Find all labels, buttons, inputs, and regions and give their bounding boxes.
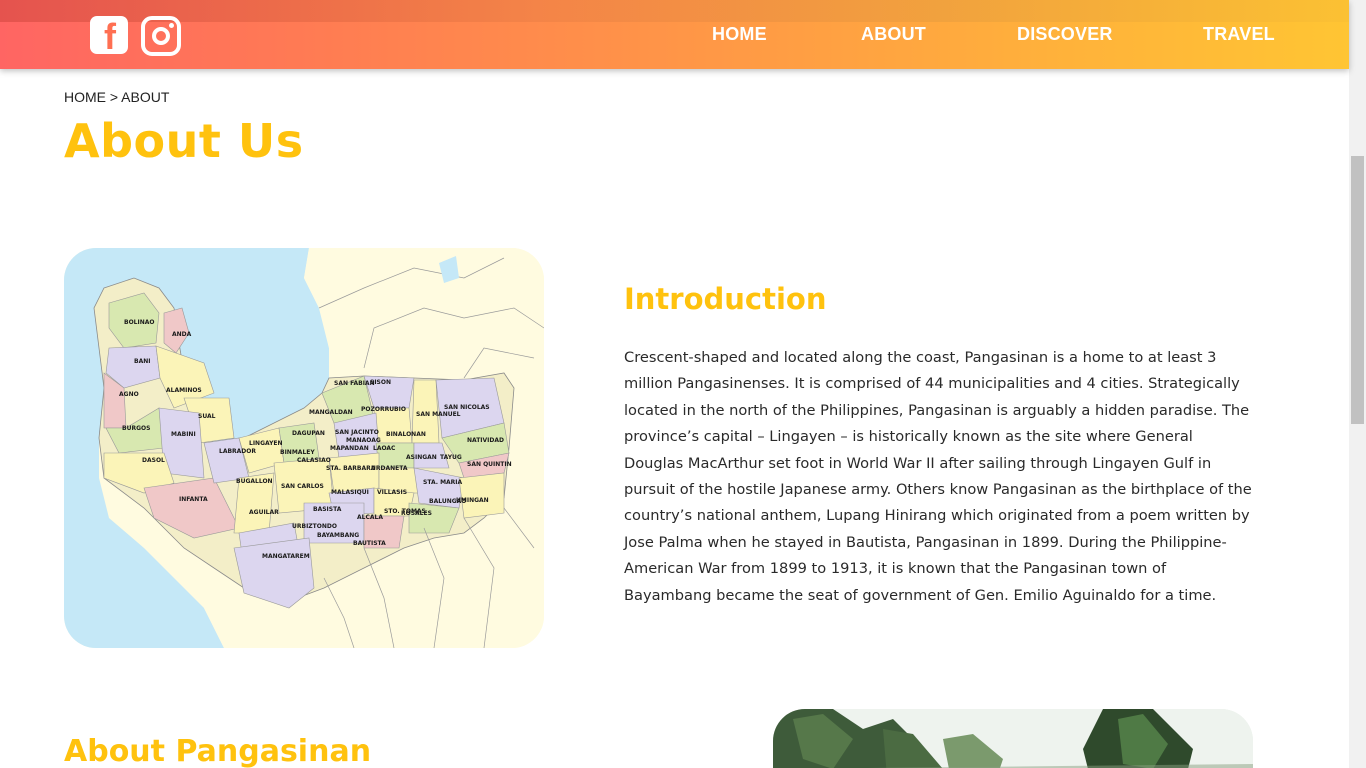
map-label: MANGATAREM	[262, 553, 310, 560]
nav-travel[interactable]: TRAVEL	[1203, 24, 1275, 45]
map-label: SAN CARLOS	[281, 483, 324, 490]
facebook-icon[interactable]: f	[90, 16, 128, 57]
map-label: BUGALLON	[236, 478, 273, 485]
pangasinan-photo	[773, 709, 1253, 768]
map-label: LABRADOR	[219, 448, 256, 455]
nav-discover[interactable]: DISCOVER	[1017, 24, 1113, 45]
map-label: TAYUG	[440, 454, 462, 461]
map-label: SAN MANUEL	[416, 411, 461, 418]
map-label: DASOL	[142, 457, 165, 464]
page-title: About Us	[64, 114, 304, 168]
map-label: BASISTA	[313, 506, 342, 513]
map-label: AGNO	[119, 391, 139, 398]
map-label: SISON	[370, 379, 391, 386]
map-label: INFANTA	[179, 496, 208, 503]
map-label: BINMALEY	[280, 449, 315, 456]
map-label: BAUTISTA	[353, 540, 386, 547]
facebook-glyph: f	[104, 16, 116, 57]
about-pangasinan-heading: About Pangasinan	[64, 734, 372, 768]
nav-home[interactable]: HOME	[712, 24, 767, 45]
map-label: LAOAC	[373, 445, 396, 452]
map-label: CALASIAO	[297, 457, 331, 464]
instagram-icon[interactable]	[141, 16, 181, 56]
pangasinan-map: BOLINAO ANDA BANI ALAMINOS AGNO SUAL BURGOS MAB…	[64, 248, 544, 648]
map-label: MAPANDAN	[330, 445, 369, 452]
map-label: ASINGAN	[406, 454, 437, 461]
map-label: MANAOAG	[346, 437, 381, 444]
map-label: SAN QUINTIN	[467, 461, 512, 468]
site-header: f HOME ABOUT DISCOVER TRAVEL	[0, 0, 1349, 69]
region-umingan	[458, 472, 505, 519]
map-label: BOLINAO	[124, 319, 155, 326]
instagram-dot	[169, 23, 174, 28]
photo-svg	[773, 709, 1253, 768]
map-label: SAN FABIAN	[334, 380, 375, 387]
map-label: AGUILAR	[249, 509, 279, 516]
intro-text: Crescent-shaped and located along the co…	[624, 349, 1252, 604]
map-label: BURGOS	[122, 425, 150, 432]
scrollbar-thumb[interactable]	[1351, 156, 1364, 424]
map-label: URDANETA	[371, 465, 408, 472]
map-label: STA. BARBARA	[326, 465, 376, 472]
map-label: ALAMINOS	[166, 387, 202, 394]
header-photo-strip	[0, 0, 1349, 22]
map-label: SAN NICOLAS	[444, 404, 490, 411]
map-label: NATIVIDAD	[467, 437, 504, 444]
map-label: URBIZTONDO	[292, 523, 337, 530]
map-label: BAYAMBANG	[317, 532, 359, 539]
map-label: LINGAYEN	[249, 440, 283, 447]
map-label: SAN JACINTO	[335, 429, 379, 436]
map-label: POZORRUBIO	[361, 406, 406, 413]
map-label: MABINI	[171, 431, 196, 438]
map-label: UMINGAN	[456, 497, 489, 504]
map-label: MALASIQUI	[331, 489, 369, 496]
map-label: BANI	[134, 358, 150, 365]
map-label: STA. MARIA	[423, 479, 463, 486]
map-label: MANGALDAN	[309, 409, 353, 416]
map-label: DAGUPAN	[292, 430, 325, 437]
map-label: ALCALA	[357, 514, 383, 521]
intro-heading: Introduction	[624, 282, 827, 316]
map-label: BINALONAN	[386, 431, 426, 438]
nav-about[interactable]: ABOUT	[861, 24, 926, 45]
breadcrumb[interactable]: HOME > ABOUT	[64, 89, 169, 105]
page-scrollbar[interactable]	[1349, 0, 1366, 768]
map-label: ANDA	[172, 331, 192, 338]
region-sta-barbara	[328, 452, 380, 494]
map-label: VILLASIS	[377, 489, 407, 496]
map-label: SUAL	[198, 413, 216, 420]
instagram-lens	[152, 27, 170, 45]
map-svg: BOLINAO ANDA BANI ALAMINOS AGNO SUAL BURGOS MAB…	[64, 248, 544, 648]
map-label: ROSALES	[401, 510, 432, 517]
